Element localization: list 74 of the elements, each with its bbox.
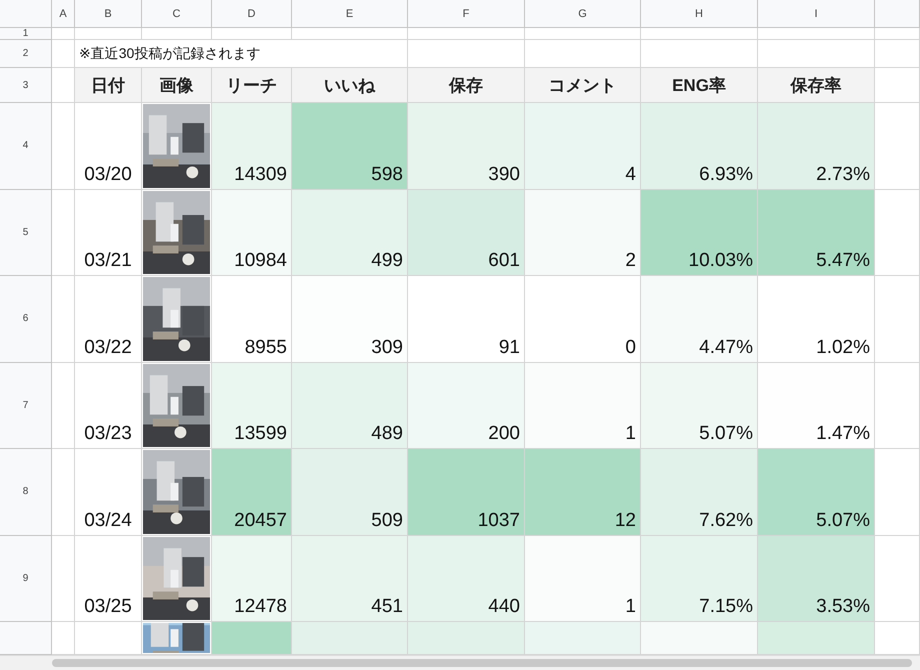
table-cell: 1 [525, 362, 641, 449]
column-letter[interactable]: B [104, 8, 112, 20]
column-header: 日付 [91, 74, 125, 96]
table-cell: 309 [292, 276, 408, 362]
column-letter[interactable]: H [695, 8, 703, 20]
table-cell: 12478 [212, 536, 292, 622]
table-cell: 489 [292, 362, 408, 449]
table-cell: 6.93% [641, 103, 758, 190]
table-cell: 1037 [408, 449, 525, 536]
date-cell: 03/25 [84, 596, 132, 618]
table-cell: 14309 [212, 103, 292, 190]
row-number[interactable]: 4 [22, 140, 28, 152]
table-cell: 91 [408, 276, 525, 362]
table-cell: 4 [525, 103, 641, 190]
table-cell: 499 [292, 190, 408, 276]
column-letter[interactable]: C [172, 8, 180, 20]
row-number[interactable]: 9 [22, 572, 28, 584]
corner-cell[interactable] [0, 0, 52, 28]
column-letter[interactable]: G [578, 8, 587, 20]
table-cell: 5.07% [758, 449, 875, 536]
date-cell: 03/24 [84, 510, 132, 532]
column-header: ENG率 [672, 74, 726, 96]
date-cell: 03/21 [84, 250, 132, 272]
table-cell: 2 [525, 190, 641, 276]
table-cell: 7.62% [641, 449, 758, 536]
table-cell: 12 [525, 449, 641, 536]
table-cell [875, 28, 920, 40]
row-number[interactable]: 3 [22, 80, 28, 90]
table-cell: 7.15% [641, 536, 758, 622]
row-number[interactable]: 2 [22, 48, 28, 59]
date-cell: 03/20 [84, 164, 132, 186]
note-text: ※直近30投稿が記録されます [78, 44, 260, 62]
column-letter[interactable]: I [814, 8, 818, 20]
column-header: リーチ [226, 74, 277, 96]
table-cell: 509 [292, 449, 408, 536]
table-cell: 1 [525, 536, 641, 622]
date-cell: 03/22 [84, 336, 132, 358]
table-cell: 4.47% [641, 276, 758, 362]
table-cell: 10984 [212, 190, 292, 276]
table-cell: 3.53% [758, 536, 875, 622]
table-cell: 0 [525, 276, 641, 362]
table-cell: 200 [408, 362, 525, 449]
column-letter[interactable]: D [248, 8, 256, 20]
column-letter[interactable]: E [346, 8, 354, 20]
table-cell: 13599 [212, 362, 292, 449]
table-cell: 2.73% [758, 103, 875, 190]
table-cell: 601 [408, 190, 525, 276]
column-header: いいね [324, 74, 375, 96]
date-cell: 03/23 [84, 423, 132, 445]
column-header: 保存 [449, 74, 483, 96]
row-number[interactable]: 1 [22, 28, 28, 39]
table-cell: 440 [408, 536, 525, 622]
column-header-cell[interactable] [875, 0, 920, 28]
table-cell: 451 [292, 536, 408, 622]
row-number[interactable]: 6 [22, 313, 28, 324]
table-cell: 5.47% [758, 190, 875, 276]
row-number[interactable]: 8 [22, 486, 28, 498]
table-cell: 390 [408, 103, 525, 190]
table-cell: 20457 [212, 449, 292, 536]
table-cell: 10.03% [641, 190, 758, 276]
table-cell: 5.07% [641, 362, 758, 449]
column-header: 画像 [160, 74, 194, 96]
column-header: 保存率 [790, 74, 842, 96]
scrollbar[interactable] [52, 659, 912, 667]
table-cell [875, 40, 920, 68]
table-cell: 598 [292, 103, 408, 190]
column-header: コメント [548, 74, 616, 96]
table-cell: 8955 [212, 276, 292, 362]
table-cell: 1.02% [758, 276, 875, 362]
row-number[interactable]: 7 [22, 400, 28, 411]
row-number[interactable]: 5 [22, 226, 28, 238]
column-letter[interactable]: A [59, 8, 67, 20]
column-letter[interactable]: F [462, 8, 470, 20]
table-cell: 1.47% [758, 362, 875, 449]
